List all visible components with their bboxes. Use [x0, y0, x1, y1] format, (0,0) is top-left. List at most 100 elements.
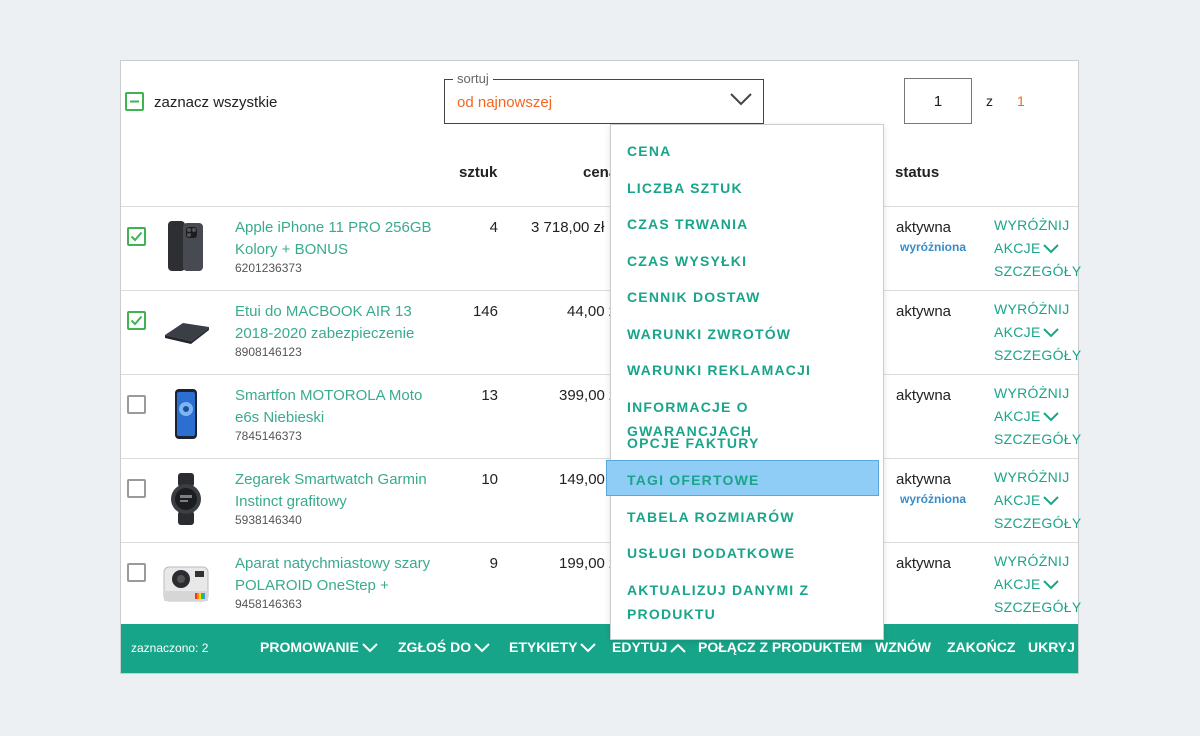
- edit-button[interactable]: EDYTUJ: [612, 639, 686, 655]
- product-price: 3 718,00 zł: [531, 219, 605, 236]
- product-status: aktywna: [896, 303, 952, 320]
- product-name-link[interactable]: Zegarek Smartwatch Garmin Instinct grafi…: [235, 469, 445, 513]
- feature-button[interactable]: WYRÓŻNIJ: [994, 385, 1070, 401]
- sort-option-return-terms[interactable]: WARUNKI ZWROTÓW: [627, 322, 877, 346]
- chevron-down-icon: [1042, 244, 1059, 254]
- row-checkbox[interactable]: [127, 479, 146, 498]
- check-icon: [130, 315, 143, 326]
- chevron-down-icon: [474, 643, 490, 653]
- featured-badge: wyróżniona: [900, 492, 967, 506]
- product-status: aktywna: [896, 219, 952, 236]
- details-button[interactable]: SZCZEGÓŁY: [994, 347, 1082, 363]
- promote-button[interactable]: PROMOWANIE: [260, 639, 378, 655]
- report-label: ZGŁOŚ DO: [398, 639, 472, 655]
- row-checkbox[interactable]: [127, 311, 146, 330]
- feature-button[interactable]: WYRÓŻNIJ: [994, 469, 1070, 485]
- feature-button[interactable]: WYRÓŻNIJ: [994, 217, 1070, 233]
- featured-badge: wyróżniona: [900, 240, 967, 254]
- chevron-up-icon: [670, 643, 686, 654]
- sort-caption: sortuj: [453, 71, 493, 86]
- table-row: Apple iPhone 11 PRO 256GB Kolory + BONUS…: [121, 207, 1081, 291]
- actions-label: AKCJE: [994, 576, 1041, 592]
- product-name-link[interactable]: Smartfon MOTOROLA Moto e6s Niebieski: [235, 385, 445, 429]
- sort-option-delivery-prices[interactable]: CENNIK DOSTAW: [627, 285, 877, 309]
- chevron-down-icon: [1042, 496, 1059, 506]
- row-checkbox[interactable]: [127, 395, 146, 414]
- sort-option-duration[interactable]: CZAS TRWANIA: [627, 212, 877, 236]
- feature-button[interactable]: WYRÓŻNIJ: [994, 301, 1070, 317]
- details-button[interactable]: SZCZEGÓŁY: [994, 263, 1082, 279]
- details-button[interactable]: SZCZEGÓŁY: [994, 431, 1082, 447]
- page-of-label: z: [986, 93, 993, 109]
- product-image-iphone: [168, 221, 203, 271]
- report-to-button[interactable]: ZGŁOŚ DO: [398, 639, 490, 655]
- row-checkbox[interactable]: [127, 563, 146, 582]
- sort-option-quantity[interactable]: LICZBA SZTUK: [627, 176, 877, 200]
- labels-label: ETYKIETY: [509, 639, 578, 655]
- sort-option-update-from-product[interactable]: AKTUALIZUJ DANYMI Z PRODUKTU: [627, 578, 857, 626]
- product-id: 7845146373: [235, 429, 302, 443]
- page-total: 1: [1017, 93, 1025, 109]
- hide-button[interactable]: UKRYJ: [1028, 639, 1075, 655]
- product-name-link[interactable]: Aparat natychmiastowy szary POLAROID One…: [235, 553, 445, 597]
- sort-option-complaint-terms[interactable]: WARUNKI REKLAMACJI: [627, 358, 877, 382]
- product-status: aktywna: [896, 555, 952, 572]
- select-all-checkbox[interactable]: [125, 92, 144, 111]
- details-button[interactable]: SZCZEGÓŁY: [994, 599, 1082, 615]
- product-id: 5938146340: [235, 513, 302, 527]
- table-row: Smartfon MOTOROLA Moto e6s Niebieski 784…: [121, 375, 1081, 459]
- labels-button[interactable]: ETYKIETY: [509, 639, 597, 655]
- product-status: aktywna: [896, 471, 952, 488]
- product-id: 8908146123: [235, 345, 302, 359]
- chevron-down-icon: [1042, 580, 1059, 590]
- minus-icon: [130, 100, 139, 103]
- product-qty: 146: [472, 303, 498, 320]
- sort-option-offer-tags[interactable]: TAGI OFERTOWE: [627, 468, 877, 492]
- selected-count: zaznaczono: 2: [131, 641, 209, 655]
- column-header-qty[interactable]: sztuk: [459, 164, 497, 181]
- sort-select[interactable]: sortuj od najnowszej: [444, 71, 764, 124]
- actions-label: AKCJE: [994, 408, 1041, 424]
- product-qty: 4: [489, 219, 498, 236]
- actions-menu-button[interactable]: AKCJE: [994, 576, 1059, 592]
- chevron-down-icon: [1042, 328, 1059, 338]
- product-name-link[interactable]: Apple iPhone 11 PRO 256GB Kolory + BONUS: [235, 217, 445, 261]
- product-name-link[interactable]: Etui do MACBOOK AIR 13 2018-2020 zabezpi…: [235, 301, 445, 345]
- actions-menu-button[interactable]: AKCJE: [994, 324, 1059, 340]
- feature-button[interactable]: WYRÓŻNIJ: [994, 553, 1070, 569]
- actions-menu-button[interactable]: AKCJE: [994, 240, 1059, 256]
- link-with-product-button[interactable]: POŁĄCZ Z PRODUKTEM: [698, 639, 862, 655]
- page-number-input[interactable]: [904, 78, 972, 124]
- details-button[interactable]: SZCZEGÓŁY: [994, 515, 1082, 531]
- sort-option-invoice-options[interactable]: OPCJE FAKTURY: [627, 431, 877, 455]
- offers-panel: zaznacz wszystkie sortuj od najnowszej z…: [120, 60, 1082, 674]
- chevron-down-icon: [730, 93, 752, 106]
- resume-button[interactable]: WZNÓW: [875, 639, 931, 655]
- chevron-down-icon: [580, 643, 597, 653]
- sort-option-shipping-time[interactable]: CZAS WYSYŁKI: [627, 249, 877, 273]
- actions-menu-button[interactable]: AKCJE: [994, 408, 1059, 424]
- select-all-label[interactable]: zaznacz wszystkie: [154, 94, 277, 111]
- table-row: Aparat natychmiastowy szary POLAROID One…: [121, 543, 1081, 627]
- column-header-status[interactable]: status: [895, 164, 939, 181]
- chevron-down-icon: [1042, 412, 1059, 422]
- product-image-motorola: [175, 389, 197, 439]
- table-row: Etui do MACBOOK AIR 13 2018-2020 zabezpi…: [121, 291, 1081, 375]
- actions-menu-button[interactable]: AKCJE: [994, 492, 1059, 508]
- sort-option-price[interactable]: CENA: [627, 139, 877, 163]
- product-id: 9458146363: [235, 597, 302, 611]
- sort-value: od najnowszej: [457, 94, 553, 111]
- product-image-garmin-watch: [171, 473, 201, 525]
- edit-label: EDYTUJ: [612, 639, 668, 655]
- sort-option-size-table[interactable]: TABELA ROZMIARÓW: [627, 505, 877, 529]
- product-status: aktywna: [896, 387, 952, 404]
- sort-option-additional-services[interactable]: USŁUGI DODATKOWE: [627, 541, 877, 565]
- end-button[interactable]: ZAKOŃCZ: [947, 639, 1015, 655]
- row-checkbox[interactable]: [127, 227, 146, 246]
- product-qty: 13: [481, 387, 498, 404]
- promote-label: PROMOWANIE: [260, 639, 359, 655]
- product-image-polaroid-camera: [163, 566, 209, 602]
- chevron-down-icon: [362, 643, 378, 653]
- check-icon: [130, 231, 143, 242]
- actions-label: AKCJE: [994, 240, 1041, 256]
